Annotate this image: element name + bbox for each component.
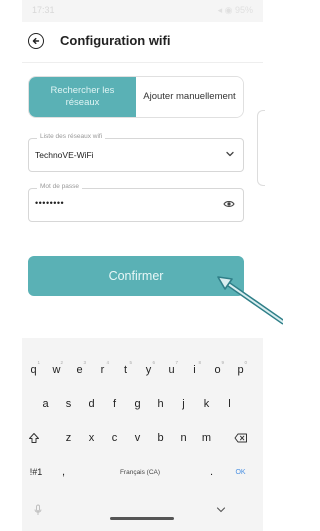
status-bar: 17:31 ◂ ◉ 95% bbox=[22, 0, 263, 22]
key-hint: 9 bbox=[221, 360, 224, 365]
key-label: o bbox=[214, 364, 221, 376]
backspace-key[interactable] bbox=[231, 426, 250, 450]
key-x[interactable]: x bbox=[82, 426, 101, 450]
key-d[interactable]: d bbox=[82, 392, 101, 416]
chevron-down-icon bbox=[226, 151, 234, 157]
space-bar[interactable]: Français (CA) bbox=[80, 460, 200, 484]
keyboard-row-2: a s d f g h j k l bbox=[22, 392, 263, 417]
keyboard-row-1: q1 w2 e3 r4 t5 y6 u7 i8 o9 p0 bbox=[22, 358, 263, 383]
key-label: w bbox=[52, 364, 61, 376]
key-t[interactable]: t5 bbox=[116, 358, 135, 382]
mode-selector: Rechercher les réseaux Ajouter manuellem… bbox=[28, 76, 244, 118]
home-indicator[interactable] bbox=[110, 517, 174, 520]
status-time: 17:31 bbox=[32, 5, 55, 15]
key-label: p bbox=[237, 364, 244, 376]
keyboard-row-4: !#1 , Français (CA) . OK bbox=[22, 460, 263, 485]
key-label: i bbox=[193, 364, 196, 376]
key-z[interactable]: z bbox=[59, 426, 78, 450]
key-label: t bbox=[123, 364, 128, 376]
header: Configuration wifi bbox=[22, 30, 263, 58]
key-w[interactable]: w2 bbox=[47, 358, 66, 382]
ok-key[interactable]: OK bbox=[231, 460, 250, 484]
key-k[interactable]: k bbox=[197, 392, 216, 416]
tab-add-manually[interactable]: Ajouter manuellement bbox=[136, 77, 243, 117]
key-i[interactable]: i8 bbox=[185, 358, 204, 382]
eye-icon[interactable] bbox=[223, 199, 235, 209]
keyboard-row-3: z x c v b n m bbox=[22, 426, 263, 451]
key-hint: 6 bbox=[152, 360, 155, 365]
key-label: r bbox=[100, 364, 105, 376]
shift-arrow-icon bbox=[28, 433, 39, 443]
key-b[interactable]: b bbox=[151, 426, 170, 450]
key-hint: 7 bbox=[175, 360, 178, 365]
key-label: e bbox=[76, 364, 83, 376]
key-c[interactable]: c bbox=[105, 426, 124, 450]
key-f[interactable]: f bbox=[105, 392, 124, 416]
key-j[interactable]: j bbox=[174, 392, 193, 416]
key-label: q bbox=[30, 364, 37, 376]
key-v[interactable]: v bbox=[128, 426, 147, 450]
key-hint: 1 bbox=[37, 360, 40, 365]
shift-key[interactable] bbox=[24, 426, 43, 450]
arrow-left-icon bbox=[32, 37, 40, 45]
symbols-key[interactable]: !#1 bbox=[24, 460, 48, 484]
key-o[interactable]: o9 bbox=[208, 358, 227, 382]
key-r[interactable]: r4 bbox=[93, 358, 112, 382]
key-p[interactable]: p0 bbox=[231, 358, 250, 382]
app-screen: 17:31 ◂ ◉ 95% Configuration wifi Recherc… bbox=[22, 0, 265, 531]
password-field[interactable]: Mot de passe •••••••• bbox=[28, 183, 244, 222]
key-n[interactable]: n bbox=[174, 426, 193, 450]
key-hint: 3 bbox=[83, 360, 86, 365]
microphone-icon[interactable] bbox=[34, 504, 42, 516]
keyboard-bottom-bar bbox=[22, 496, 263, 531]
key-hint: 0 bbox=[244, 360, 247, 365]
wifi-select-value: TechnoVE-WiFi bbox=[35, 150, 94, 160]
side-panel-edge bbox=[257, 110, 265, 186]
key-hint: 5 bbox=[129, 360, 132, 365]
key-m[interactable]: m bbox=[197, 426, 216, 450]
key-h[interactable]: h bbox=[151, 392, 170, 416]
page-title: Configuration wifi bbox=[60, 33, 171, 48]
password-input[interactable]: •••••••• bbox=[35, 198, 64, 208]
key-hint: 4 bbox=[106, 360, 109, 365]
confirm-button[interactable]: Confirmer bbox=[28, 256, 244, 296]
key-q[interactable]: q1 bbox=[24, 358, 43, 382]
tab-search-networks[interactable]: Rechercher les réseaux bbox=[29, 77, 136, 117]
chevron-down-icon[interactable] bbox=[216, 506, 226, 514]
key-label: u bbox=[168, 364, 175, 376]
back-button[interactable] bbox=[28, 33, 44, 49]
key-u[interactable]: u7 bbox=[162, 358, 181, 382]
key-e[interactable]: e3 bbox=[70, 358, 89, 382]
backspace-icon bbox=[234, 433, 247, 443]
wifi-select[interactable]: Liste des réseaux wifi TechnoVE-WiFi bbox=[28, 133, 244, 172]
status-icons: ◂ ◉ 95% bbox=[217, 5, 253, 15]
header-divider bbox=[22, 62, 263, 63]
wifi-select-label: Liste des réseaux wifi bbox=[37, 133, 106, 140]
key-s[interactable]: s bbox=[59, 392, 78, 416]
period-key[interactable]: . bbox=[202, 460, 221, 484]
key-a[interactable]: a bbox=[36, 392, 55, 416]
comma-key[interactable]: , bbox=[54, 460, 73, 484]
key-hint: 8 bbox=[198, 360, 201, 365]
key-hint: 2 bbox=[60, 360, 63, 365]
key-g[interactable]: g bbox=[128, 392, 147, 416]
key-l[interactable]: l bbox=[220, 392, 239, 416]
key-y[interactable]: y6 bbox=[139, 358, 158, 382]
password-field-label: Mot de passe bbox=[37, 183, 83, 190]
key-label: y bbox=[145, 364, 152, 376]
